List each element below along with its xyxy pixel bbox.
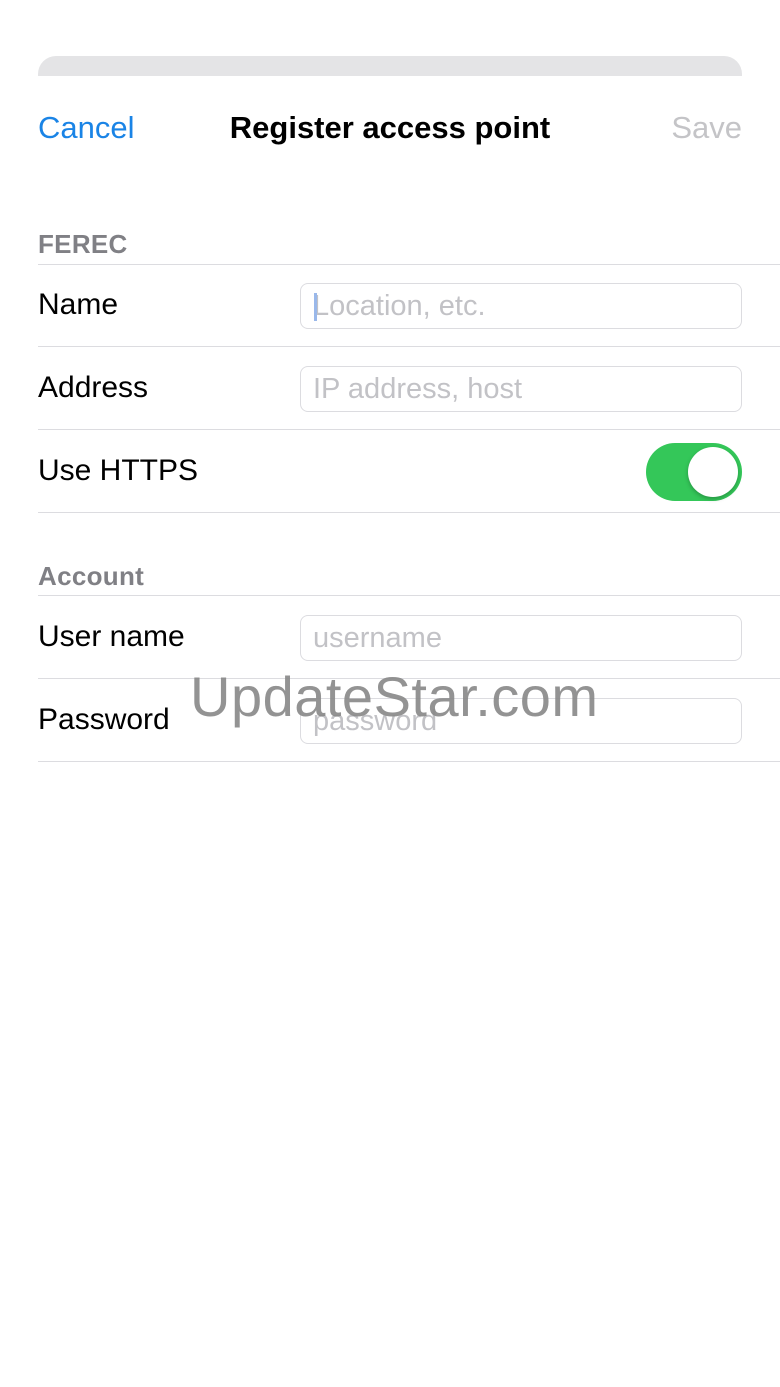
https-toggle[interactable] <box>646 443 742 501</box>
password-input[interactable] <box>300 698 742 744</box>
register-access-point-screen: Cancel Register access point Save FEREC … <box>0 0 780 1387</box>
save-button[interactable]: Save <box>671 110 742 146</box>
username-input[interactable] <box>300 615 742 661</box>
divider <box>38 346 780 347</box>
section-header-account: Account <box>38 561 145 591</box>
sheet-top-edge <box>38 56 742 76</box>
address-label: Address <box>38 371 149 404</box>
section-header-ferec: FEREC <box>38 229 128 259</box>
password-label: Password <box>38 703 170 736</box>
address-row: Address <box>0 348 780 430</box>
username-label: User name <box>38 620 185 653</box>
text-caret <box>314 293 317 321</box>
https-label: Use HTTPS <box>38 454 199 487</box>
divider <box>38 761 780 762</box>
toggle-knob <box>688 447 738 497</box>
username-row: User name <box>0 597 780 679</box>
divider <box>38 595 780 596</box>
address-input[interactable] <box>300 366 742 412</box>
navigation-bar: Cancel Register access point Save <box>0 100 780 158</box>
name-row: Name <box>0 265 780 347</box>
password-row: Password <box>0 680 780 762</box>
divider <box>38 678 780 679</box>
name-input[interactable] <box>300 283 742 329</box>
https-row: Use HTTPS <box>0 431 780 513</box>
name-label: Name <box>38 288 119 321</box>
page-title: Register access point <box>229 110 551 145</box>
divider <box>38 512 780 513</box>
divider <box>38 429 780 430</box>
